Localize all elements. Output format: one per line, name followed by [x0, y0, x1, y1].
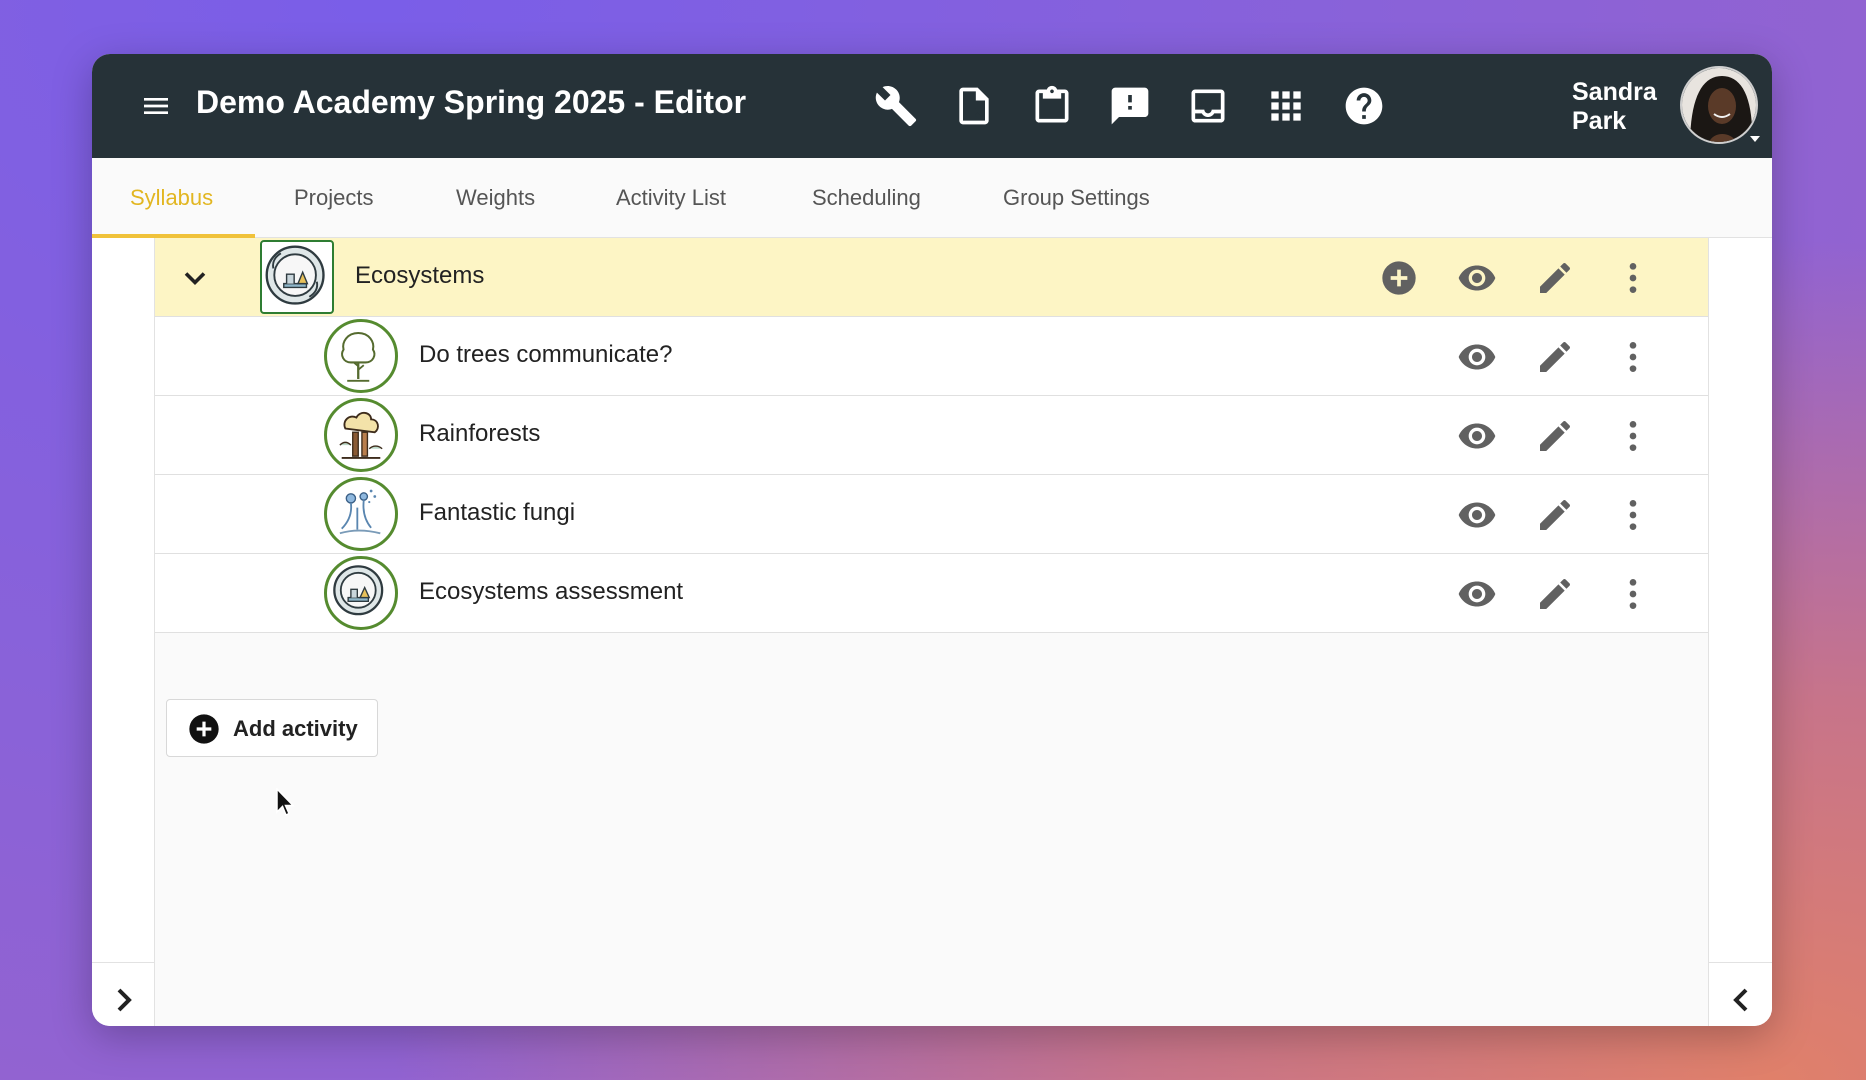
top-app-bar: Demo Academy Spring 2025 - Editor Sandra… [92, 54, 1772, 158]
inbox-icon[interactable] [1186, 84, 1230, 128]
add-circle-icon [189, 714, 219, 744]
tab-weights[interactable]: Weights [456, 158, 535, 238]
clipboard-icon[interactable] [1030, 84, 1074, 128]
add-circle-icon[interactable] [1379, 258, 1419, 298]
caret-down-icon[interactable] [1748, 134, 1762, 144]
activity-row[interactable]: Ecosystems assessment [155, 554, 1708, 633]
pencil-icon[interactable] [1535, 258, 1575, 298]
pencil-icon[interactable] [1535, 416, 1575, 456]
ecosystem-icon [260, 240, 334, 314]
add-activity-button[interactable]: Add activity [166, 699, 378, 757]
eye-icon[interactable] [1457, 258, 1497, 298]
mouse-cursor-icon [276, 788, 295, 817]
collapse-left-icon[interactable] [1721, 980, 1761, 1020]
more-vert-icon[interactable] [1613, 337, 1653, 377]
rail-divider [92, 962, 154, 963]
right-side-rail [1708, 238, 1772, 1026]
wrench-icon[interactable] [874, 84, 918, 128]
menu-icon[interactable] [140, 90, 172, 122]
fungi-icon [324, 477, 398, 551]
activity-title[interactable]: Rainforests [419, 420, 540, 448]
apps-grid-icon[interactable] [1264, 84, 1308, 128]
more-vert-icon[interactable] [1613, 495, 1653, 535]
help-icon[interactable] [1342, 84, 1386, 128]
add-activity-label: Add activity [233, 716, 358, 741]
activity-row[interactable]: Rainforests [155, 396, 1708, 475]
more-vert-icon[interactable] [1613, 574, 1653, 614]
tab-scheduling[interactable]: Scheduling [812, 158, 921, 238]
ecosystem-icon [324, 556, 398, 630]
eye-icon[interactable] [1457, 574, 1497, 614]
eye-icon[interactable] [1457, 495, 1497, 535]
tab-bar: Syllabus Projects Weights Activity List … [92, 158, 1772, 238]
feedback-icon[interactable] [1108, 84, 1152, 128]
user-name[interactable]: Sandra Park [1572, 78, 1672, 136]
tree-icon [324, 319, 398, 393]
eye-icon[interactable] [1457, 416, 1497, 456]
activity-title[interactable]: Fantastic fungi [419, 499, 575, 527]
tab-activity-list[interactable]: Activity List [616, 158, 726, 238]
syllabus-content: Ecosystems Do trees communicate? Rainfor… [155, 238, 1708, 1026]
editor-window: Demo Academy Spring 2025 - Editor Sandra… [92, 54, 1772, 1026]
pencil-icon[interactable] [1535, 495, 1575, 535]
unit-title[interactable]: Ecosystems [355, 262, 484, 290]
activity-row[interactable]: Do trees communicate? [155, 317, 1708, 396]
tab-projects[interactable]: Projects [294, 158, 373, 238]
more-vert-icon[interactable] [1613, 258, 1653, 298]
unit-row[interactable]: Ecosystems [155, 238, 1708, 317]
chevron-down-icon[interactable] [177, 260, 213, 296]
pencil-icon[interactable] [1535, 337, 1575, 377]
tab-group-settings[interactable]: Group Settings [1003, 158, 1150, 238]
left-side-rail [92, 238, 155, 1026]
activity-title[interactable]: Do trees communicate? [419, 341, 672, 369]
activity-title[interactable]: Ecosystems assessment [419, 578, 683, 606]
pencil-icon[interactable] [1535, 574, 1575, 614]
more-vert-icon[interactable] [1613, 416, 1653, 456]
page-search-icon[interactable] [952, 84, 996, 128]
rail-divider [1709, 962, 1772, 963]
activity-row[interactable]: Fantastic fungi [155, 475, 1708, 554]
eye-icon[interactable] [1457, 337, 1497, 377]
rainforest-icon [324, 398, 398, 472]
app-title: Demo Academy Spring 2025 - Editor [196, 84, 747, 120]
avatar[interactable] [1680, 66, 1758, 144]
expand-right-icon[interactable] [104, 980, 144, 1020]
tab-syllabus[interactable]: Syllabus [130, 158, 213, 238]
